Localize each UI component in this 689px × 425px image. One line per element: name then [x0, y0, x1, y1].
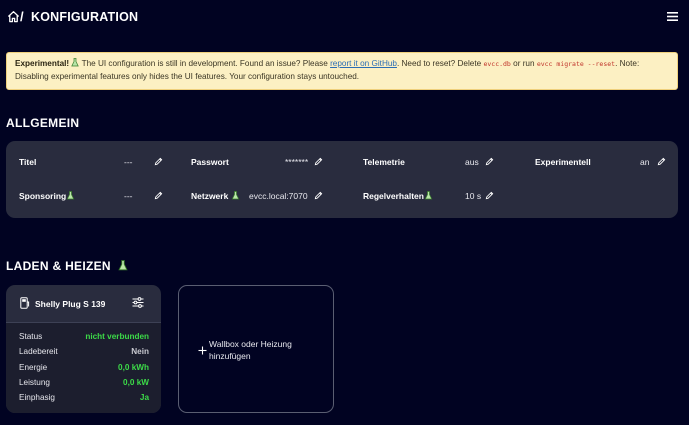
- menu-icon[interactable]: [667, 12, 678, 21]
- banner-line-2: Disabling experimental features only hid…: [15, 71, 360, 81]
- charger-icon: [20, 297, 30, 309]
- setting-label: Telemetrie: [363, 157, 405, 167]
- edit-icon[interactable]: [314, 191, 323, 200]
- row-label: Status: [19, 332, 43, 341]
- setting-value: an: [640, 157, 650, 167]
- general-heading: ALLGEMEIN: [6, 116, 80, 130]
- charger-name: Shelly Plug S 139: [35, 299, 106, 309]
- banner-code-2: evcc migrate --reset: [536, 60, 616, 68]
- setting-label: Experimentell: [535, 157, 591, 167]
- power-value: 0,0 kW: [123, 378, 149, 387]
- breadcrumb-separator: /: [20, 9, 24, 24]
- setting-label: Netzwerk: [191, 191, 229, 201]
- single-phase-value: Ja: [139, 393, 149, 402]
- top-bar: / KONFIGURATION: [0, 0, 689, 34]
- edit-icon[interactable]: [485, 191, 494, 200]
- edit-icon[interactable]: [314, 157, 323, 166]
- banner-text-2: . Need to reset? Delete: [396, 59, 484, 68]
- edit-icon[interactable]: [154, 157, 163, 166]
- flask-icon: [66, 191, 75, 200]
- setting-value: aus: [465, 157, 479, 167]
- charger-row-ready: Ladebereit Nein: [19, 347, 149, 358]
- banner-text-3: or run: [510, 59, 537, 68]
- flask-icon: [231, 191, 240, 200]
- row-label: Energie: [19, 363, 48, 372]
- charger-row-single-phase: Einphasig Ja: [19, 393, 149, 404]
- charger-card: Shelly Plug S 139 Status nicht verbunden…: [6, 285, 161, 413]
- setting-label: Titel: [19, 157, 37, 167]
- home-icon[interactable]: [7, 10, 20, 23]
- row-label: Einphasig: [19, 393, 55, 402]
- setting-label: Passwort: [191, 157, 229, 167]
- banner-text-1: The UI configuration is still in develop…: [79, 59, 331, 68]
- page-title: KONFIGURATION: [31, 10, 139, 24]
- banner-code-1: evcc.db: [483, 60, 511, 68]
- charger-header: Shelly Plug S 139: [6, 285, 161, 322]
- setting-value: 10 s: [465, 191, 482, 201]
- loading-heading: LADEN & HEIZEN: [6, 259, 128, 273]
- status-value: nicht verbunden: [85, 332, 149, 341]
- charger-details: Status nicht verbunden Ladebereit Nein E…: [6, 323, 161, 413]
- add-charger-label: Wallbox oder Heizung hinzufügen: [209, 339, 292, 361]
- setting-value: *******: [285, 157, 309, 167]
- general-settings-card: Titel --- Passwort ******* Telemetrie au…: [6, 141, 678, 218]
- github-link[interactable]: report it on GitHub: [330, 59, 397, 68]
- edit-icon[interactable]: [485, 157, 494, 166]
- loading-heading-text: LADEN & HEIZEN: [6, 259, 111, 273]
- sliders-icon[interactable]: [132, 297, 144, 308]
- banner-strong: Experimental!: [15, 59, 70, 68]
- flask-icon: [424, 191, 433, 200]
- setting-label: Regelverhalten: [363, 191, 424, 201]
- charger-row-energy: Energie 0,0 kWh: [19, 363, 149, 374]
- charger-row-status: Status nicht verbunden: [19, 332, 149, 343]
- row-label: Leistung: [19, 378, 50, 387]
- row-label: Ladebereit: [19, 347, 58, 356]
- edit-icon[interactable]: [657, 157, 666, 166]
- experimental-banner: Experimental! The UI configuration is st…: [6, 52, 678, 90]
- ready-value: Nein: [131, 347, 149, 356]
- setting-label: Sponsoring: [19, 191, 67, 201]
- flask-icon: [117, 260, 128, 271]
- setting-value: ---: [124, 191, 133, 201]
- setting-value: evcc.local:7070: [249, 191, 308, 201]
- energy-value: 0,0 kWh: [118, 363, 149, 372]
- add-charger-button[interactable]: Wallbox oder Heizung hinzufügen: [178, 285, 334, 413]
- plus-icon: [198, 346, 207, 355]
- setting-value: ---: [124, 157, 133, 167]
- charger-row-power: Leistung 0,0 kW: [19, 378, 149, 389]
- edit-icon[interactable]: [154, 191, 163, 200]
- banner-text-4: . Note:: [615, 59, 640, 68]
